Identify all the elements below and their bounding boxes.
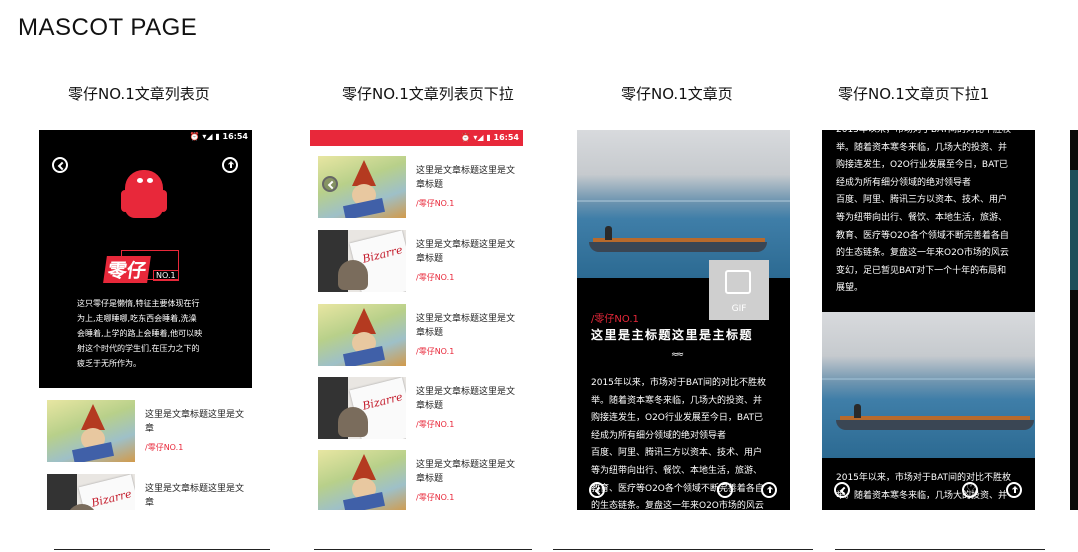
body-line: 教育、医疗等O2O各个领域不断完善着各自: [591, 483, 764, 494]
article-body: 2015年以来，市场对于BAT间的对比不胜枚 举。随着资本寒冬来临，几场大的投资…: [836, 130, 1028, 298]
mascot-body: [125, 170, 163, 218]
share-icon[interactable]: [1006, 482, 1022, 498]
gif-badge[interactable]: GIF: [709, 260, 769, 320]
column-label-list: 零仔NO.1文章列表页: [68, 85, 210, 103]
thumbnail-bizarre: Bizarre: [318, 230, 406, 292]
body-line: 百度、阿里、腾讯三方以资本、技术、用户: [836, 195, 1008, 206]
body-line: 等为纽带向出行、餐饮、本地生活，旅游、: [836, 212, 1008, 223]
logo-text: 零仔: [103, 256, 151, 283]
page-title: MASCOT PAGE: [18, 14, 198, 41]
thumbnail-witch: [318, 304, 406, 366]
status-time: 16:54: [493, 133, 519, 142]
back-icon[interactable]: [322, 176, 338, 192]
gif-label: GIF: [731, 304, 747, 314]
item-tag: /零仔NO.1: [416, 420, 455, 429]
image-icon: [725, 270, 751, 294]
item-tag: /零仔NO.1: [145, 443, 184, 452]
like-icon[interactable]: [962, 482, 978, 498]
intro-line: 会睡着,上学的路上会睡着,他可以映: [77, 329, 203, 338]
list-item[interactable]: Bizarre 这里是文章标题这里是文章标题 /零仔NO.1: [310, 373, 523, 441]
list-item[interactable]: 这里是文章标题这里是文章标题 /零仔NO.1: [310, 446, 523, 510]
list-item[interactable]: Bizarre 这里是文章标题这里是文章: [39, 470, 252, 510]
list-item[interactable]: 这里是文章标题这里是文章标题 /零仔NO.1: [310, 152, 523, 220]
item-title: 这里是文章标题这里是文章标题: [416, 314, 516, 338]
status-bar: ⏰ ▾◢ ▮ 16:54: [189, 132, 248, 141]
article-tag: /零仔NO.1: [591, 314, 639, 325]
intro-line: 射这个时代的学生们,在压力之下的: [77, 344, 200, 353]
thumbnail-bizarre: Bizarre: [47, 474, 135, 510]
logo-number: NO.1: [153, 270, 179, 281]
intro-line: 疲乏于无所作为。: [77, 359, 141, 368]
thumbnail-witch: [47, 400, 135, 462]
body-line: 2015年以来，市场对于BAT间的对比不胜枚: [836, 130, 1012, 135]
item-tag: /零仔NO.1: [416, 273, 455, 282]
screen-list: ⏰ ▾◢ ▮ 16:54 零仔 NO.1 这只零仔是懒惰,特征主要体现在行 为上…: [39, 130, 252, 510]
body-line: 教育、医疗等O2O各个领域不断完善着各自: [836, 230, 1009, 241]
list-item[interactable]: 这里是文章标题这里是文章标题 /零仔NO.1: [310, 300, 523, 368]
thumbnail-bizarre: Bizarre: [318, 377, 406, 439]
screen-list-scrolled: ⏰ ▾◢ ▮ 16:54 这里是文章标题这里是文章标题 /零仔NO.1 Biza…: [310, 130, 523, 510]
item-title: 这里是文章标题这里是文章标题: [416, 460, 516, 484]
item-title: 这里是文章标题这里是文章: [145, 410, 245, 434]
body-line: 经成为所有细分领域的绝对领导者: [836, 177, 972, 188]
item-title: 这里是文章标题这里是文章标题: [416, 387, 516, 411]
body-line: 2015年以来，市场对于BAT间的对比不胜枚: [836, 473, 1012, 483]
mascot-intro: 这只零仔是懒惰,特征主要体现在行 为上,走哪睡哪,吃东西会睡着,洗澡 会睡着,上…: [77, 296, 213, 371]
body-line: 变幻，足已暂见BAT对下一个十年的布局和: [836, 265, 1007, 276]
mascot-eye: [137, 178, 143, 183]
article-inline-image: [822, 312, 1035, 458]
list-item[interactable]: Bizarre 这里是文章标题这里是文章标题 /零仔NO.1: [310, 226, 523, 294]
item-tag: /零仔NO.1: [416, 199, 455, 208]
share-icon[interactable]: [761, 482, 777, 498]
item-title: 这里是文章标题这里是文章标题: [416, 240, 516, 264]
item-tag: /零仔NO.1: [416, 347, 455, 356]
divider: [54, 549, 270, 550]
share-icon[interactable]: [222, 157, 238, 173]
body-line: 的生态链条。复盘这一年来O2O市场的风云: [591, 501, 764, 510]
divider: [835, 549, 1045, 550]
item-title: 这里是文章标题这里是文章: [145, 484, 245, 508]
next-screen-edge: [1070, 130, 1078, 510]
back-icon[interactable]: [589, 482, 605, 498]
body-line: 2015年以来，市场对于BAT间的对比不胜枚: [591, 378, 767, 388]
back-icon[interactable]: [52, 157, 68, 173]
body-line: 百度、阿里、腾讯三方以资本、技术、用户: [591, 448, 763, 459]
body-line: 购接连发生，O2O行业发展至今日，BAT已: [836, 160, 1009, 171]
mascot-header: ⏰ ▾◢ ▮ 16:54 零仔 NO.1 这只零仔是懒惰,特征主要体现在行 为上…: [39, 130, 252, 388]
body-line: 等为纽带向出行、餐饮、本地生活，旅游、: [591, 465, 763, 476]
column-label-list-scrolled: 零仔NO.1文章列表页下拉: [342, 85, 514, 103]
column-label-article: 零仔NO.1文章页: [621, 85, 733, 103]
thumbnail-witch: [318, 450, 406, 510]
body-line: 展望。: [836, 283, 864, 294]
article-body: 2015年以来，市场对于BAT间的对比不胜枚 举。随着资本寒冬来临，几场大的投资…: [591, 375, 781, 510]
article-title: 这里是主标题这里是主标题: [591, 328, 754, 342]
list-item[interactable]: 这里是文章标题这里是文章 /零仔NO.1: [39, 396, 252, 466]
divider: [553, 549, 813, 550]
intro-line: 这只零仔是懒惰,特征主要体现在行: [77, 299, 200, 308]
mascot-eye: [147, 178, 153, 183]
body-line: 举。随着资本寒冬来临，几场大的投资、并: [836, 490, 1008, 501]
column-label-article-scrolled: 零仔NO.1文章页下拉1: [838, 85, 990, 103]
article-hero-image: [577, 130, 790, 278]
item-tag: /零仔NO.1: [416, 493, 455, 502]
intro-line: 为上,走哪睡哪,吃东西会睡着,洗澡: [77, 314, 197, 323]
screen-article-scrolled: 2015年以来，市场对于BAT间的对比不胜枚 举。随着资本寒冬来临，几场大的投资…: [822, 130, 1035, 510]
wave-divider-icon: ≈≈: [671, 350, 684, 360]
mascot-logo: 零仔 NO.1: [103, 250, 193, 290]
back-icon[interactable]: [834, 482, 850, 498]
body-line: 的生态链条。复盘这一年来O2O市场的风云: [836, 248, 1009, 259]
body-line: 购接连发生，O2O行业发展至今日，BAT已: [591, 413, 764, 424]
body-line: 举。随着资本寒冬来临，几场大的投资、并: [591, 395, 763, 406]
article-body-continued: 2015年以来，市场对于BAT间的对比不胜枚 举。随着资本寒冬来临，几场大的投资…: [836, 470, 1028, 505]
body-line: 举。随着资本寒冬来临，几场大的投资、并: [836, 142, 1008, 153]
divider: [314, 549, 532, 550]
status-bar: ⏰ ▾◢ ▮ 16:54: [310, 130, 523, 146]
like-icon[interactable]: [717, 482, 733, 498]
screen-article: GIF /零仔NO.1 这里是主标题这里是主标题 ≈≈ 2015年以来，市场对于…: [577, 130, 790, 510]
item-title: 这里是文章标题这里是文章标题: [416, 166, 516, 190]
body-line: 经成为所有细分领域的绝对领导者: [591, 430, 727, 441]
status-time: 16:54: [222, 132, 248, 141]
